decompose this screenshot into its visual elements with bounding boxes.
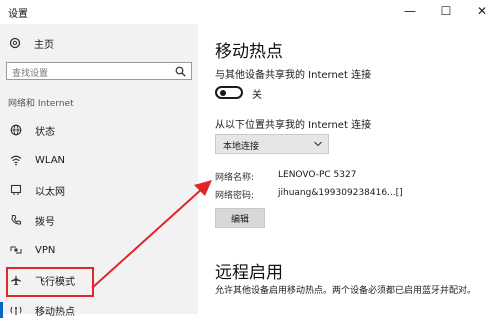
search-input[interactable]: 查找设置 xyxy=(12,66,48,79)
sidebar-item-ethernet[interactable]: 以太网 xyxy=(0,180,198,200)
phone-icon xyxy=(9,213,23,227)
maximize-button[interactable]: ☐ xyxy=(428,0,464,22)
sidebar-item-status[interactable]: 状态 xyxy=(0,120,198,140)
page-title: 移动热点 xyxy=(215,42,283,62)
sidebar-item-home[interactable]: 主页 xyxy=(8,33,188,53)
hotspot-toggle[interactable] xyxy=(215,86,243,99)
sidebar-item-label: 拨号 xyxy=(35,216,55,228)
search-box[interactable]: 查找设置 xyxy=(6,62,192,80)
window-title: 设置 xyxy=(8,9,28,20)
sidebar-item-mobile-hotspot[interactable]: 移动热点 xyxy=(0,300,198,320)
sidebar-item-label: 移动热点 xyxy=(35,306,75,318)
settings-window: 设置 — ☐ ✕ 主页 查找设置 网络和 Internet 状态 WLAN 以太… xyxy=(0,0,500,318)
toggle-knob xyxy=(220,90,226,96)
close-button[interactable]: ✕ xyxy=(464,0,500,22)
sidebar-item-label: 状态 xyxy=(35,126,55,138)
connection-select-value: 本地连接 xyxy=(223,142,260,152)
network-password-label: 网络密码: xyxy=(215,191,255,201)
main-content: 移动热点 与其他设备共享我的 Internet 连接 关 从以下位置共享我的 I… xyxy=(198,24,500,314)
share-connection-label: 与其他设备共享我的 Internet 连接 xyxy=(215,70,372,81)
edit-button[interactable]: 编辑 xyxy=(215,208,265,228)
sidebar-item-wlan[interactable]: WLAN xyxy=(0,150,198,170)
sidebar-item-vpn[interactable]: VPN xyxy=(0,240,198,260)
sidebar-section-title: 网络和 Internet xyxy=(8,99,74,109)
ethernet-icon xyxy=(9,183,23,197)
toggle-state-label: 关 xyxy=(252,90,262,101)
share-from-label: 从以下位置共享我的 Internet 连接 xyxy=(215,120,372,131)
gear-icon xyxy=(8,36,22,50)
chevron-down-icon xyxy=(314,141,322,147)
globe-icon xyxy=(9,123,23,137)
remote-enable-title: 远程启用 xyxy=(215,263,283,283)
search-icon[interactable] xyxy=(175,66,186,77)
sidebar-item-label: VPN xyxy=(35,244,56,256)
title-bar: 设置 — ☐ ✕ xyxy=(0,0,500,24)
vpn-icon xyxy=(9,243,23,257)
sidebar-item-dialup[interactable]: 拨号 xyxy=(0,210,198,230)
active-indicator xyxy=(0,302,3,318)
hotspot-icon xyxy=(9,303,23,317)
sidebar-item-label: 以太网 xyxy=(35,186,65,198)
wifi-icon xyxy=(9,153,23,167)
sidebar-home-label: 主页 xyxy=(34,39,54,51)
sidebar-item-label: WLAN xyxy=(35,154,66,166)
network-password-value: jihuang&199309238416...[] xyxy=(278,188,403,198)
network-name-value: LENOVO-PC 5327 xyxy=(278,170,357,180)
remote-enable-description: 允许其他设备启用移动热点。两个设备必须都已启用蓝牙并配对。 xyxy=(215,286,477,296)
annotation-highlight-box xyxy=(6,267,94,297)
connection-select[interactable]: 本地连接 xyxy=(215,134,329,154)
minimize-button[interactable]: — xyxy=(392,0,428,22)
network-name-label: 网络名称: xyxy=(215,173,255,183)
